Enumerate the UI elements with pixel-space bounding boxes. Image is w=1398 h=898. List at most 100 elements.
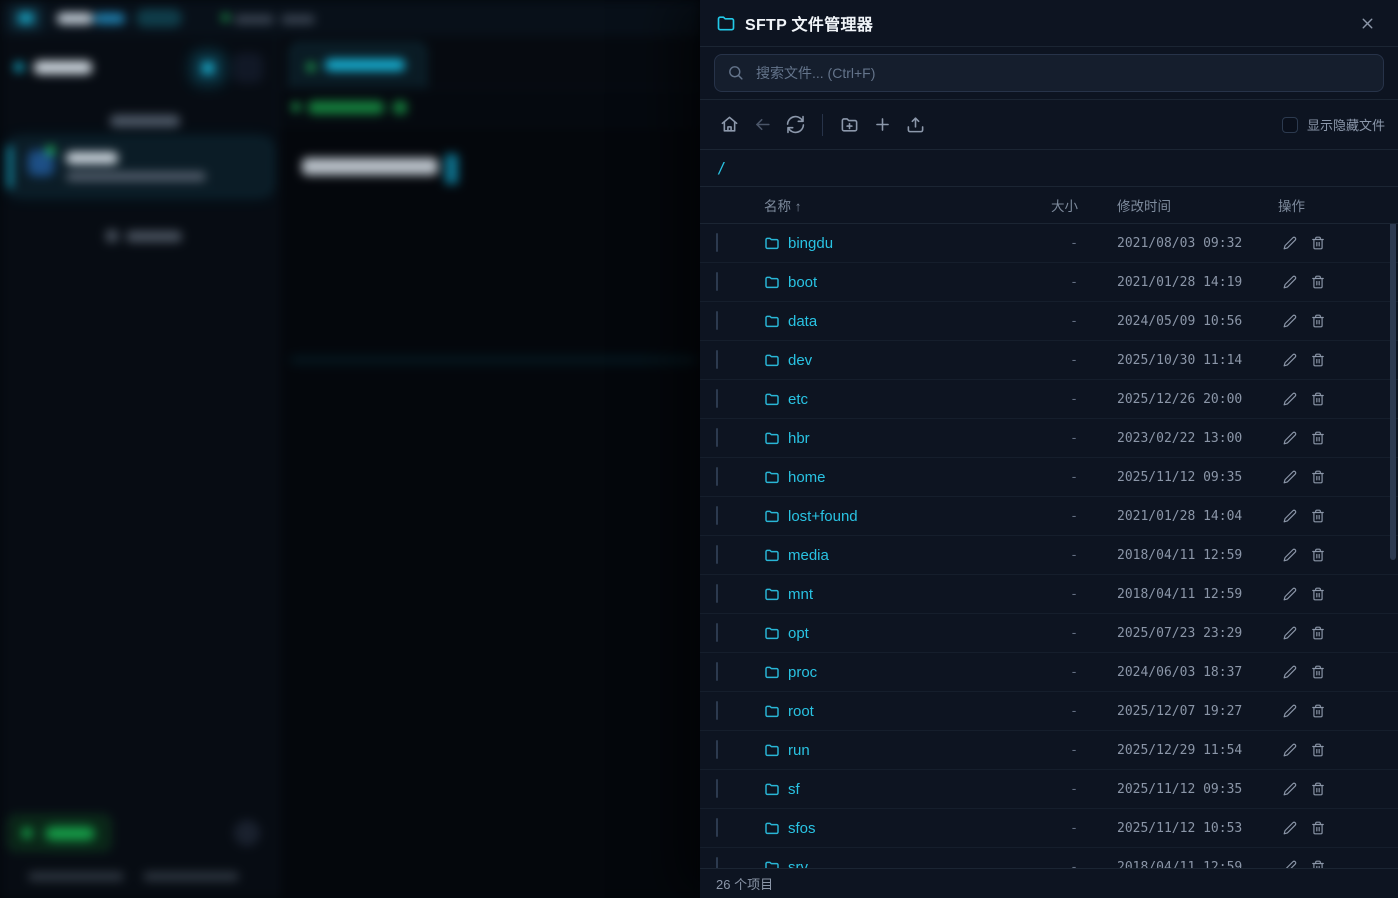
file-link[interactable]: sf: [764, 781, 1032, 798]
new-file-button[interactable]: [866, 108, 899, 141]
back-button[interactable]: [746, 108, 779, 141]
table-row[interactable]: etc - 2025/12/26 20:00: [700, 380, 1398, 419]
table-row[interactable]: mnt - 2018/04/11 12:59: [700, 575, 1398, 614]
table-row[interactable]: boot - 2021/01/28 14:19: [700, 263, 1398, 302]
table-row[interactable]: bingdu - 2021/08/03 09:32: [700, 224, 1398, 263]
file-link[interactable]: hbr: [764, 430, 1032, 447]
file-link[interactable]: dev: [764, 352, 1032, 369]
rename-button[interactable]: [1278, 582, 1302, 606]
delete-button[interactable]: [1306, 621, 1330, 645]
row-checkbox[interactable]: [716, 233, 718, 252]
rename-button[interactable]: [1278, 348, 1302, 372]
table-row[interactable]: dev - 2025/10/30 11:14: [700, 341, 1398, 380]
rename-button[interactable]: [1278, 621, 1302, 645]
breadcrumb-root[interactable]: /: [717, 159, 726, 177]
row-checkbox[interactable]: [716, 623, 718, 642]
delete-button[interactable]: [1306, 699, 1330, 723]
row-checkbox[interactable]: [716, 662, 718, 681]
column-header-modified[interactable]: 修改时间: [1084, 195, 1260, 215]
delete-button[interactable]: [1306, 738, 1330, 762]
row-checkbox[interactable]: [716, 818, 718, 837]
row-checkbox[interactable]: [716, 545, 718, 564]
rename-button[interactable]: [1278, 738, 1302, 762]
file-link[interactable]: home: [764, 469, 1032, 486]
table-row[interactable]: media - 2018/04/11 12:59: [700, 536, 1398, 575]
row-checkbox[interactable]: [716, 350, 718, 369]
file-link[interactable]: lost+found: [764, 508, 1032, 525]
table-row[interactable]: home - 2025/11/12 09:35: [700, 458, 1398, 497]
row-checkbox[interactable]: [716, 428, 718, 447]
file-link[interactable]: run: [764, 742, 1032, 759]
table-row[interactable]: lost+found - 2021/01/28 14:04: [700, 497, 1398, 536]
table-row[interactable]: hbr - 2023/02/22 13:00: [700, 419, 1398, 458]
rename-button[interactable]: [1278, 855, 1302, 868]
search-input[interactable]: [714, 54, 1384, 92]
file-link[interactable]: opt: [764, 625, 1032, 642]
delete-button[interactable]: [1306, 855, 1330, 868]
table-row[interactable]: data - 2024/05/09 10:56: [700, 302, 1398, 341]
file-link[interactable]: root: [764, 703, 1032, 720]
delete-button[interactable]: [1306, 231, 1330, 255]
file-link[interactable]: media: [764, 547, 1032, 564]
table-row[interactable]: proc - 2024/06/03 18:37: [700, 653, 1398, 692]
delete-button[interactable]: [1306, 465, 1330, 489]
show-hidden-checkbox[interactable]: [1282, 117, 1298, 133]
delete-button[interactable]: [1306, 816, 1330, 840]
row-checkbox[interactable]: [716, 584, 718, 603]
file-link[interactable]: proc: [764, 664, 1032, 681]
row-checkbox[interactable]: [716, 311, 718, 330]
delete-button[interactable]: [1306, 504, 1330, 528]
row-checkbox[interactable]: [716, 740, 718, 759]
row-checkbox[interactable]: [716, 272, 718, 291]
file-link[interactable]: sfos: [764, 820, 1032, 837]
row-checkbox[interactable]: [716, 701, 718, 720]
table-row[interactable]: sfos - 2025/11/12 10:53: [700, 809, 1398, 848]
rename-button[interactable]: [1278, 426, 1302, 450]
rename-button[interactable]: [1278, 699, 1302, 723]
scrollbar-thumb[interactable]: [1390, 224, 1396, 560]
delete-button[interactable]: [1306, 582, 1330, 606]
table-row[interactable]: opt - 2025/07/23 23:29: [700, 614, 1398, 653]
row-checkbox[interactable]: [716, 506, 718, 525]
show-hidden-toggle[interactable]: 显示隐藏文件: [1282, 115, 1385, 134]
table-row[interactable]: run - 2025/12/29 11:54: [700, 731, 1398, 770]
file-link[interactable]: srv: [764, 859, 1032, 869]
file-link[interactable]: etc: [764, 391, 1032, 408]
file-link[interactable]: bingdu: [764, 235, 1032, 252]
row-checkbox[interactable]: [716, 389, 718, 408]
file-link[interactable]: mnt: [764, 586, 1032, 603]
rename-button[interactable]: [1278, 816, 1302, 840]
rename-button[interactable]: [1278, 270, 1302, 294]
table-row[interactable]: root - 2025/12/07 19:27: [700, 692, 1398, 731]
file-link[interactable]: data: [764, 313, 1032, 330]
rename-button[interactable]: [1278, 309, 1302, 333]
delete-button[interactable]: [1306, 777, 1330, 801]
delete-button[interactable]: [1306, 270, 1330, 294]
rename-button[interactable]: [1278, 660, 1302, 684]
delete-button[interactable]: [1306, 660, 1330, 684]
rename-button[interactable]: [1278, 465, 1302, 489]
row-checkbox[interactable]: [716, 857, 718, 868]
refresh-button[interactable]: [779, 108, 812, 141]
rename-button[interactable]: [1278, 777, 1302, 801]
table-row[interactable]: srv - 2018/04/11 12:59: [700, 848, 1398, 868]
file-link[interactable]: boot: [764, 274, 1032, 291]
new-folder-button[interactable]: [833, 108, 866, 141]
rename-button[interactable]: [1278, 231, 1302, 255]
close-button[interactable]: [1352, 8, 1382, 38]
home-button[interactable]: [713, 108, 746, 141]
delete-button[interactable]: [1306, 387, 1330, 411]
table-row[interactable]: sf - 2025/11/12 09:35: [700, 770, 1398, 809]
rename-button[interactable]: [1278, 387, 1302, 411]
rename-button[interactable]: [1278, 543, 1302, 567]
upload-button[interactable]: [899, 108, 932, 141]
rename-button[interactable]: [1278, 504, 1302, 528]
delete-button[interactable]: [1306, 309, 1330, 333]
delete-button[interactable]: [1306, 543, 1330, 567]
column-header-name[interactable]: 名称 ↑: [764, 195, 1032, 215]
delete-button[interactable]: [1306, 426, 1330, 450]
row-checkbox[interactable]: [716, 779, 718, 798]
column-header-size[interactable]: 大小: [1032, 195, 1084, 215]
delete-button[interactable]: [1306, 348, 1330, 372]
row-checkbox[interactable]: [716, 467, 718, 486]
